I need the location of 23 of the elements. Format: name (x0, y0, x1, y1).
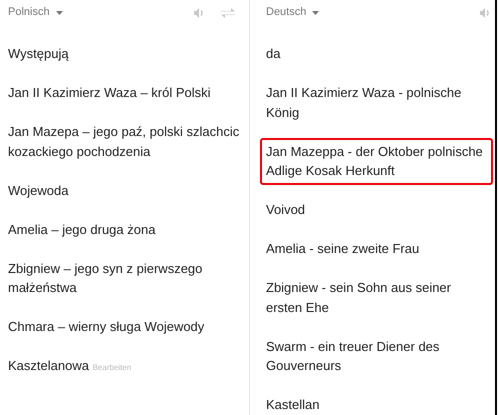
speaker-icon[interactable] (479, 6, 491, 18)
source-text: Amelia – jego druga żona (8, 222, 156, 236)
speaker-icon[interactable] (193, 6, 205, 18)
translation-text: Swarm - ein treuer Diener des Gouverneurs (266, 338, 440, 375)
source-text: Chmara – wierny sługa Wojewody (8, 319, 204, 334)
translation-text: Jan Mazeppa - der Oktober polnische Adlige Kosak Herkunft (266, 142, 484, 180)
translation-text: Zbigniew - sein Sohn aus seiner ersten Ehe (266, 279, 452, 316)
source-text: Kasztelanowa (8, 358, 89, 373)
swap-icon[interactable] (221, 8, 235, 18)
translation-text: Voivod (266, 201, 306, 219)
translation-text: Jan II Kazimierz Waza - polnische König (266, 84, 462, 122)
language-dropdown[interactable]: Deutsch (266, 4, 320, 21)
source-text: Jan II Kazimierz Waza – król Polski (8, 85, 211, 100)
language-dropdown[interactable]: Polnisch (8, 4, 63, 21)
translation-text: Amelia - seine zweite Frau (266, 240, 420, 258)
source-text: Występują (8, 46, 69, 61)
caret-icon (312, 10, 320, 14)
source-text: Jan Mazepa – jego paź, polski szlachcic kozackiego pochodzenia (8, 124, 240, 158)
caret-icon (56, 10, 63, 14)
translation-text: da (266, 45, 282, 63)
source-text: Wojewoda (8, 182, 68, 198)
source-text: Zbigniew – jego syn z pierwszego małżeństwa (8, 260, 202, 295)
translation-text: Kastellan (266, 396, 320, 414)
